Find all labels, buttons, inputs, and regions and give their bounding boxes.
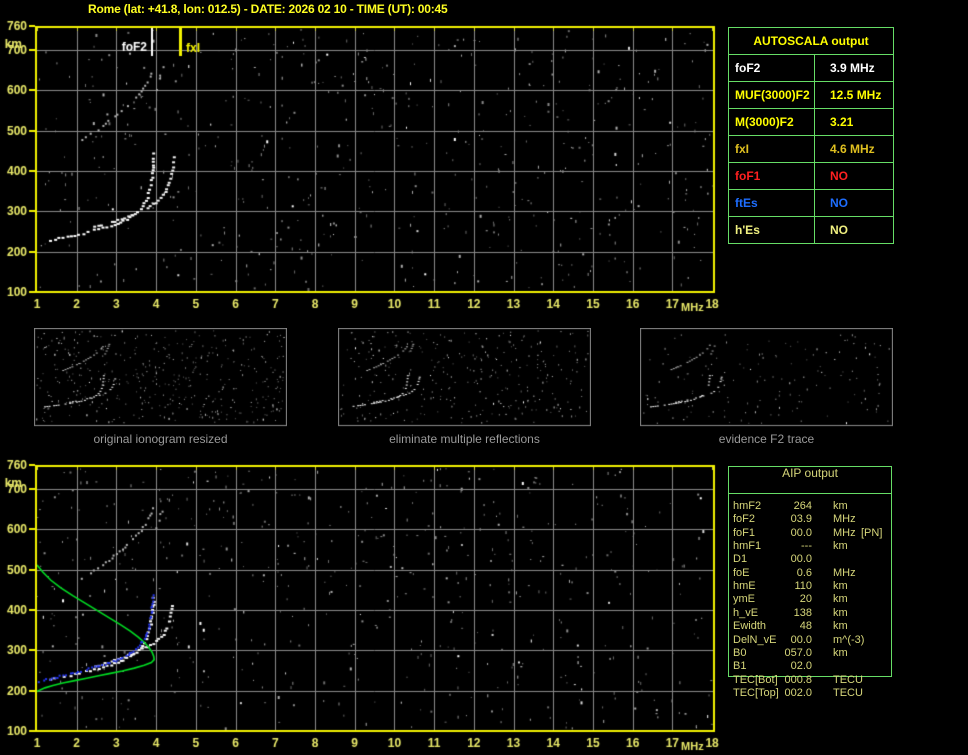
aip-cell: 110 [794, 580, 812, 593]
aip-cell: 000.8 [784, 673, 812, 686]
aip-cell: 00.0 [790, 633, 812, 646]
aip-cell: D1 [733, 553, 748, 566]
aip-cell: 03.9 [790, 513, 812, 526]
aip-cell: km [833, 580, 848, 593]
thumbnail-original-ionogram [34, 328, 287, 428]
thumbnail-caption-eliminate: eliminate multiple reflections [389, 432, 540, 446]
autoscala-row-ftEs: ftEs NO [729, 190, 893, 217]
aip-cell: foE [733, 566, 750, 579]
aip-cell: 264 [793, 500, 812, 512]
aip-row-hmf2: hmF2 264 km [728, 500, 892, 513]
aip-cell: foF2 [733, 513, 756, 526]
aip-row-b0: B0 057.0 km [728, 647, 892, 660]
autoscala-row-m3000f2: M(3000)F2 3.21 [729, 109, 893, 136]
autoscala-row-muf3000f2: MUF(3000)F2 12.5 MHz [729, 82, 893, 109]
thumbnail-eliminate-reflections [338, 328, 591, 428]
aip-cell: 057.0 [784, 646, 812, 659]
autoscala-app-window: { "title": "Rome (lat: +41.8, lon: 012.5… [0, 0, 968, 755]
aip-cell: [PN] [861, 526, 883, 539]
aip-output-table: AIP output hmF2 264 km foF2 03.9 MHz foF1 00.0 M… [728, 466, 892, 706]
aip-row-yme: ymE 20 km [728, 593, 892, 606]
thumbnail-caption-original: original ionogram resized [93, 432, 228, 446]
aip-row-foe: foE 0.6 MHz [728, 567, 892, 580]
aip-cell: 02.0 [790, 660, 812, 673]
aip-cell: km [833, 500, 848, 512]
aip-row-hve: h_vE 138 km [728, 607, 892, 620]
aip-cell: B1 [733, 660, 747, 673]
aip-cell: MHz [833, 566, 856, 579]
aip-cell: B0 [733, 646, 747, 659]
aip-row-delnve: DelN_vE 00.0 m^(-3) [728, 634, 892, 647]
aip-table-header: AIP output [728, 466, 892, 494]
autoscala-row-foF1: foF1 NO [729, 163, 893, 190]
aip-cell: foF1 [733, 526, 756, 539]
bottom-profile-plot-canvas [0, 458, 725, 755]
aip-cell: 002.0 [784, 686, 812, 699]
aip-cell: 00.0 [790, 553, 812, 566]
aip-cell: 00.0 [790, 526, 812, 539]
aip-cell: 0.6 [796, 566, 812, 579]
aip-row-hmf1: hmF1 --- km [728, 540, 892, 553]
aip-cell: MHz [833, 513, 856, 526]
aip-row-fof1: foF1 00.0 MHz [PN] [728, 527, 892, 540]
aip-cell: TECU [833, 673, 863, 686]
autoscala-row-hEs: h'Es NO [729, 217, 893, 243]
aip-cell: km [833, 593, 848, 606]
aip-cell: MHz [833, 526, 856, 539]
aip-cell: 138 [793, 606, 812, 619]
thumbnail-caption-evidence: evidence F2 trace [718, 432, 815, 446]
aip-row-ewidth: Ewidth 48 km [728, 620, 892, 633]
autoscala-row-fxI: fxI 4.6 MHz [729, 136, 893, 163]
aip-cell: hmE [733, 580, 756, 593]
aip-cell: km [833, 540, 848, 553]
aip-cell: km [833, 620, 848, 633]
aip-cell: ymE [733, 593, 755, 606]
autoscala-output-table: AUTOSCALA output foF2 3.9 MHz MUF(3000)F… [728, 27, 894, 244]
aip-cell: --- [801, 540, 812, 553]
aip-cell: 48 [799, 620, 812, 633]
aip-row-d1: D1 00.0 [728, 553, 892, 566]
aip-cell: m^(-3) [833, 633, 865, 646]
aip-row-hme: hmE 110 km [728, 580, 892, 593]
aip-row-b1: B1 02.0 [728, 660, 892, 673]
top-ionogram-plot-canvas [0, 18, 725, 318]
thumbnail-evidence-f2-trace [640, 328, 893, 428]
autoscala-table-header: AUTOSCALA output [729, 28, 893, 55]
aip-cell: 20 [799, 593, 812, 606]
aip-cell: km [833, 646, 848, 659]
aip-row-tectop: TEC[Top] 002.0 TECU [728, 687, 892, 700]
autoscala-row-foF2: foF2 3.9 MHz [729, 55, 893, 82]
aip-cell: h_vE [733, 606, 759, 619]
aip-row-tecbot: TEC[Bot] 000.8 TECU [728, 674, 892, 687]
aip-row-fof2: foF2 03.9 MHz [728, 513, 892, 526]
aip-cell: TECU [833, 686, 863, 699]
aip-cell: km [833, 606, 848, 619]
station-date-time-title: Rome (lat: +41.8, lon: 012.5) - DATE: 20… [88, 2, 448, 16]
